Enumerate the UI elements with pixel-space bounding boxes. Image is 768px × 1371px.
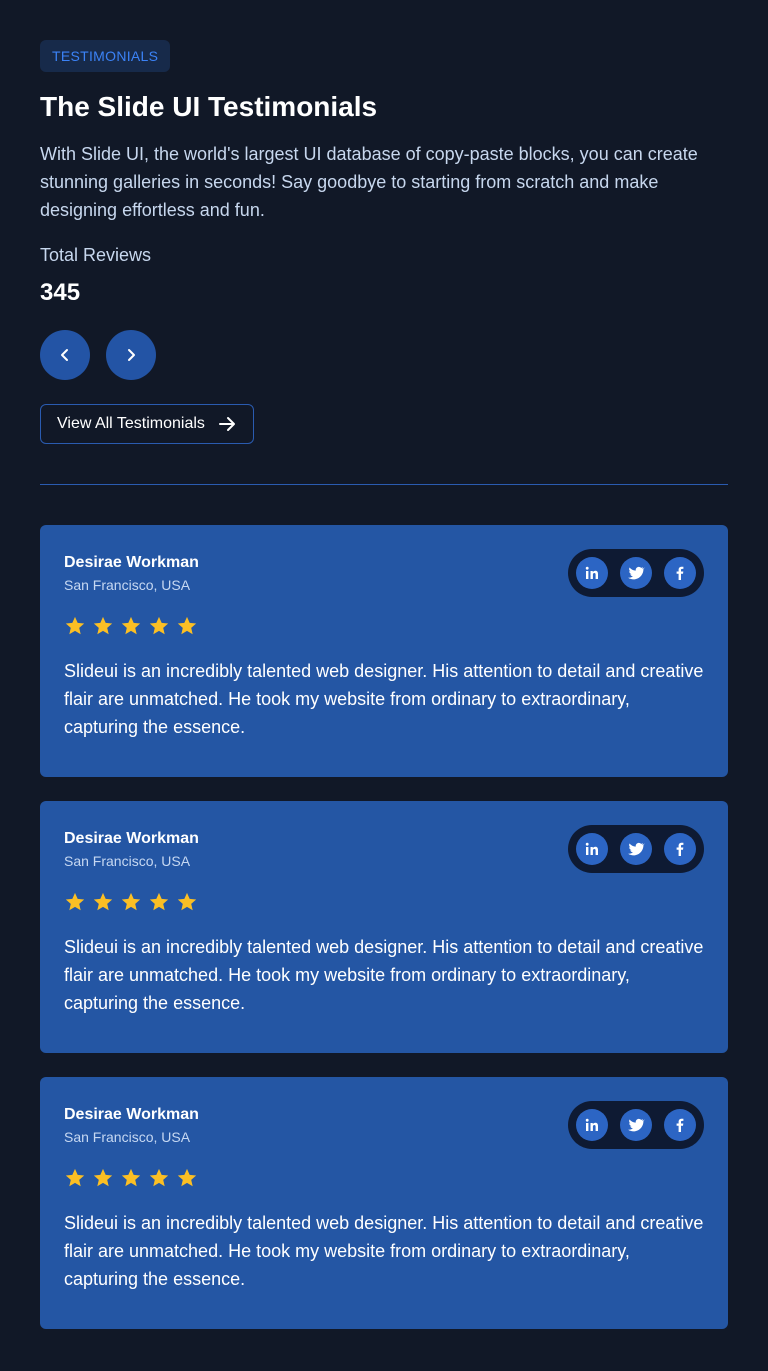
star-icon <box>177 892 197 911</box>
star-icon <box>149 616 169 635</box>
testimonials-section: TESTIMONIALS The Slide UI Testimonials W… <box>0 0 768 1371</box>
previous-button[interactable] <box>40 330 90 380</box>
star-icon <box>93 1168 113 1187</box>
facebook-link[interactable] <box>664 557 696 589</box>
star-icon <box>149 1168 169 1187</box>
star-icon <box>65 1168 85 1187</box>
twitter-icon <box>628 1118 645 1132</box>
star-icon <box>121 1168 141 1187</box>
twitter-link[interactable] <box>620 1109 652 1141</box>
section-divider <box>40 484 728 485</box>
twitter-link[interactable] <box>620 557 652 589</box>
linkedin-link[interactable] <box>576 1109 608 1141</box>
section-badge: TESTIMONIALS <box>40 40 171 72</box>
testimonial-quote: Slideui is an incredibly talented web de… <box>64 1213 704 1289</box>
star-rating <box>64 615 704 637</box>
carousel-controls <box>40 330 728 380</box>
view-all-testimonials-button[interactable]: View All Testimonials <box>40 404 254 444</box>
view-all-label: View All Testimonials <box>57 415 205 432</box>
star-icon <box>121 892 141 911</box>
star-icon <box>177 1168 197 1187</box>
section-description: With Slide UI, the world's largest UI da… <box>40 144 698 220</box>
testimonial-card: Desirae Workman San Francisco, USA Slide… <box>40 1077 728 1329</box>
star-icon <box>149 892 169 911</box>
twitter-icon <box>628 842 645 856</box>
social-links <box>568 549 704 597</box>
linkedin-link[interactable] <box>576 833 608 865</box>
testimonial-card: Desirae Workman San Francisco, USA Slide… <box>40 801 728 1053</box>
social-links <box>568 825 704 873</box>
star-icon <box>93 616 113 635</box>
testimonial-quote: Slideui is an incredibly talented web de… <box>64 661 704 737</box>
facebook-link[interactable] <box>664 833 696 865</box>
linkedin-icon <box>585 842 598 855</box>
chevron-right-icon <box>128 349 135 361</box>
page-title: The Slide UI Testimonials <box>40 91 378 122</box>
facebook-icon <box>676 842 684 856</box>
chevron-left-icon <box>61 349 68 361</box>
twitter-link[interactable] <box>620 833 652 865</box>
facebook-icon <box>676 566 684 580</box>
testimonial-list: Desirae Workman San Francisco, USA Slide… <box>40 525 728 1329</box>
social-links <box>568 1101 704 1149</box>
total-reviews-label: Total Reviews <box>40 245 152 265</box>
arrow-right-icon <box>218 417 235 431</box>
testimonial-quote: Slideui is an incredibly talented web de… <box>64 937 704 1013</box>
testimonial-card: Desirae Workman San Francisco, USA Slide… <box>40 525 728 777</box>
facebook-icon <box>676 1118 684 1132</box>
star-icon <box>177 616 197 635</box>
twitter-icon <box>628 566 645 580</box>
next-button[interactable] <box>106 330 156 380</box>
total-reviews-count: 345 <box>40 279 81 306</box>
linkedin-icon <box>585 1118 598 1131</box>
star-icon <box>65 892 85 911</box>
star-rating <box>64 891 704 913</box>
star-icon <box>65 616 85 635</box>
star-icon <box>93 892 113 911</box>
linkedin-link[interactable] <box>576 557 608 589</box>
linkedin-icon <box>585 566 598 579</box>
star-rating <box>64 1167 704 1189</box>
facebook-link[interactable] <box>664 1109 696 1141</box>
star-icon <box>121 616 141 635</box>
